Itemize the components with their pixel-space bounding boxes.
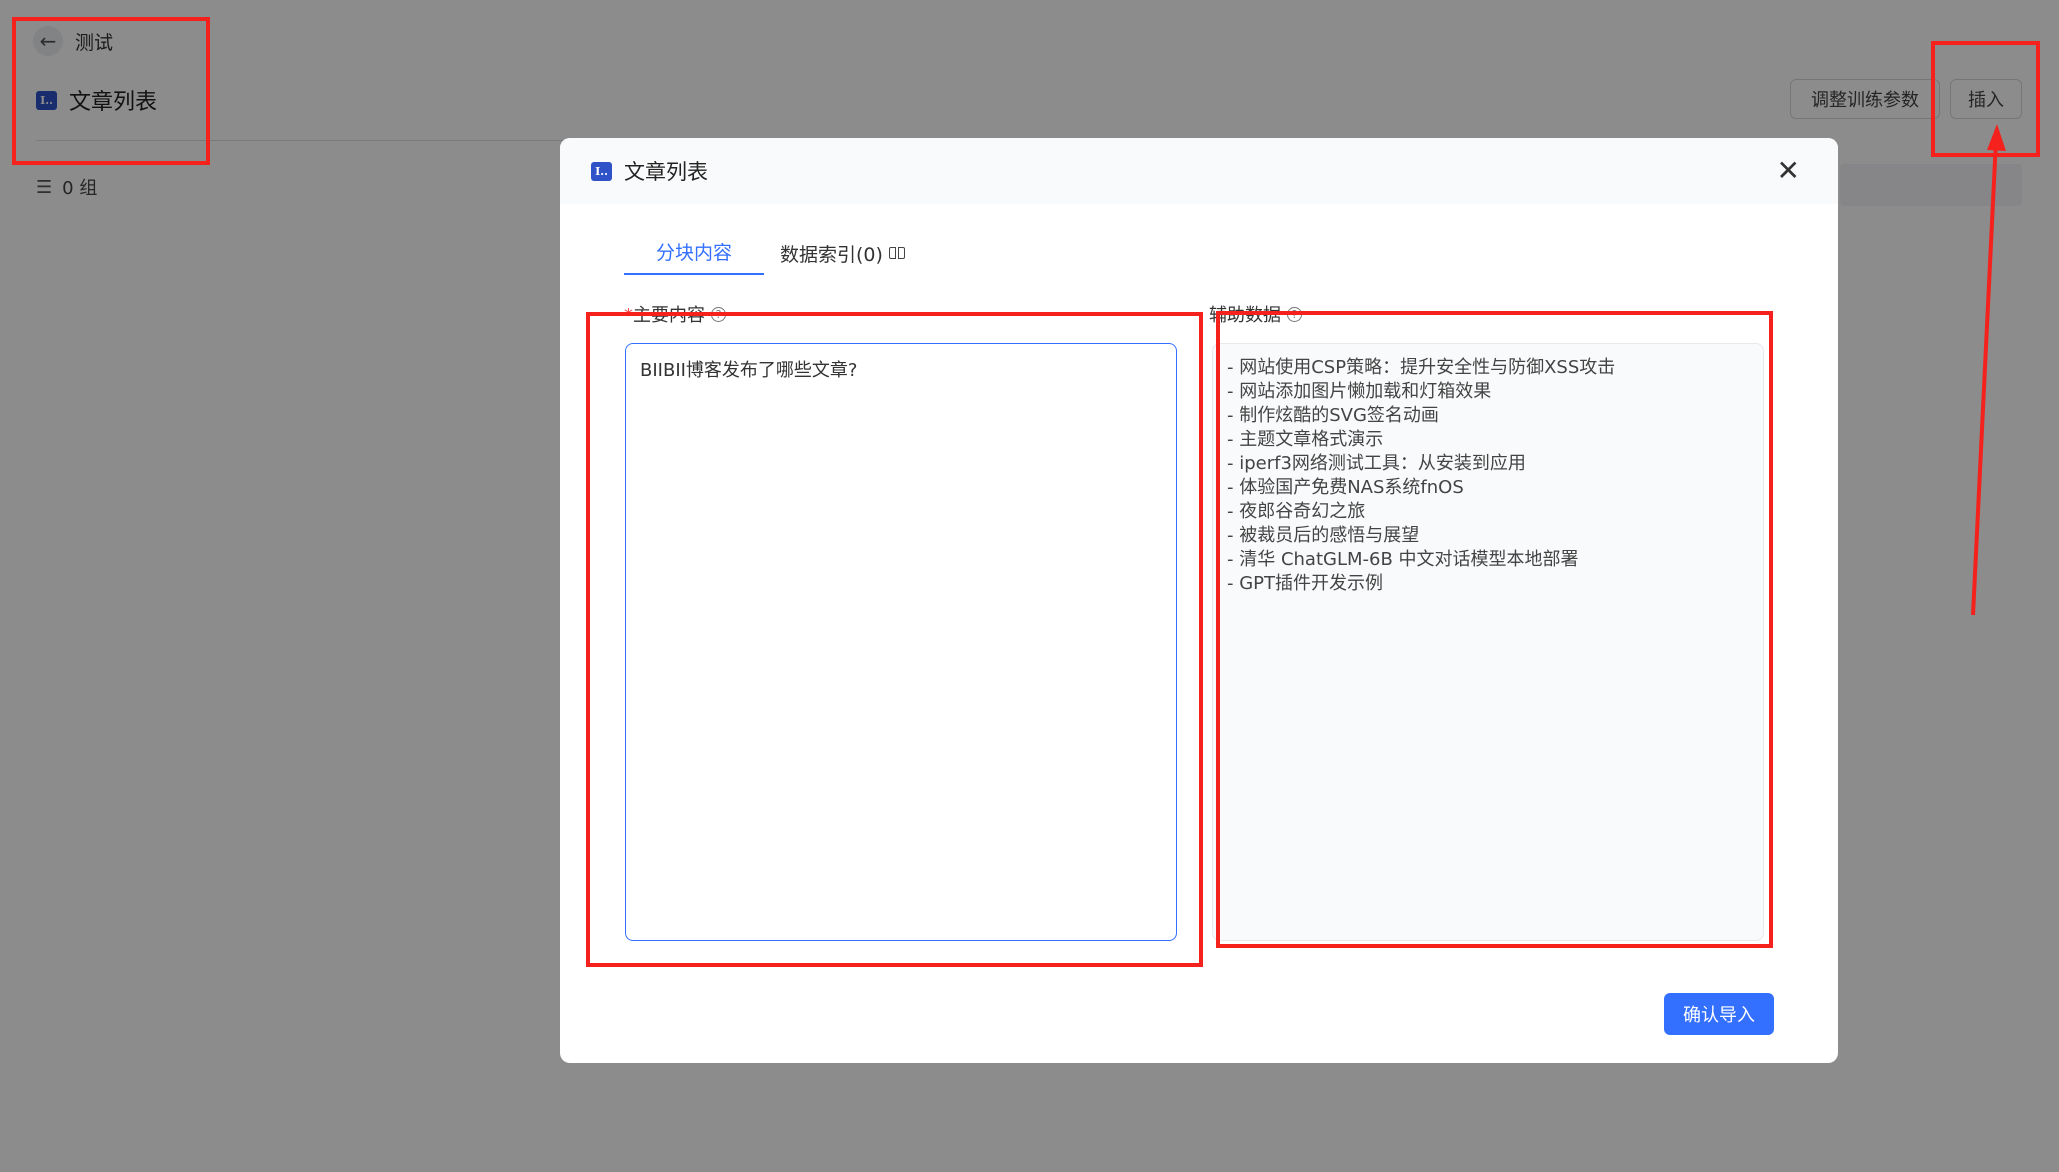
page: ← 测试 I.. 文章列表 ☰ 0 组 调整训练参数 插入 I.. 文章列表 ✕… (0, 0, 2059, 1172)
annotation-arrow (1971, 124, 2006, 616)
